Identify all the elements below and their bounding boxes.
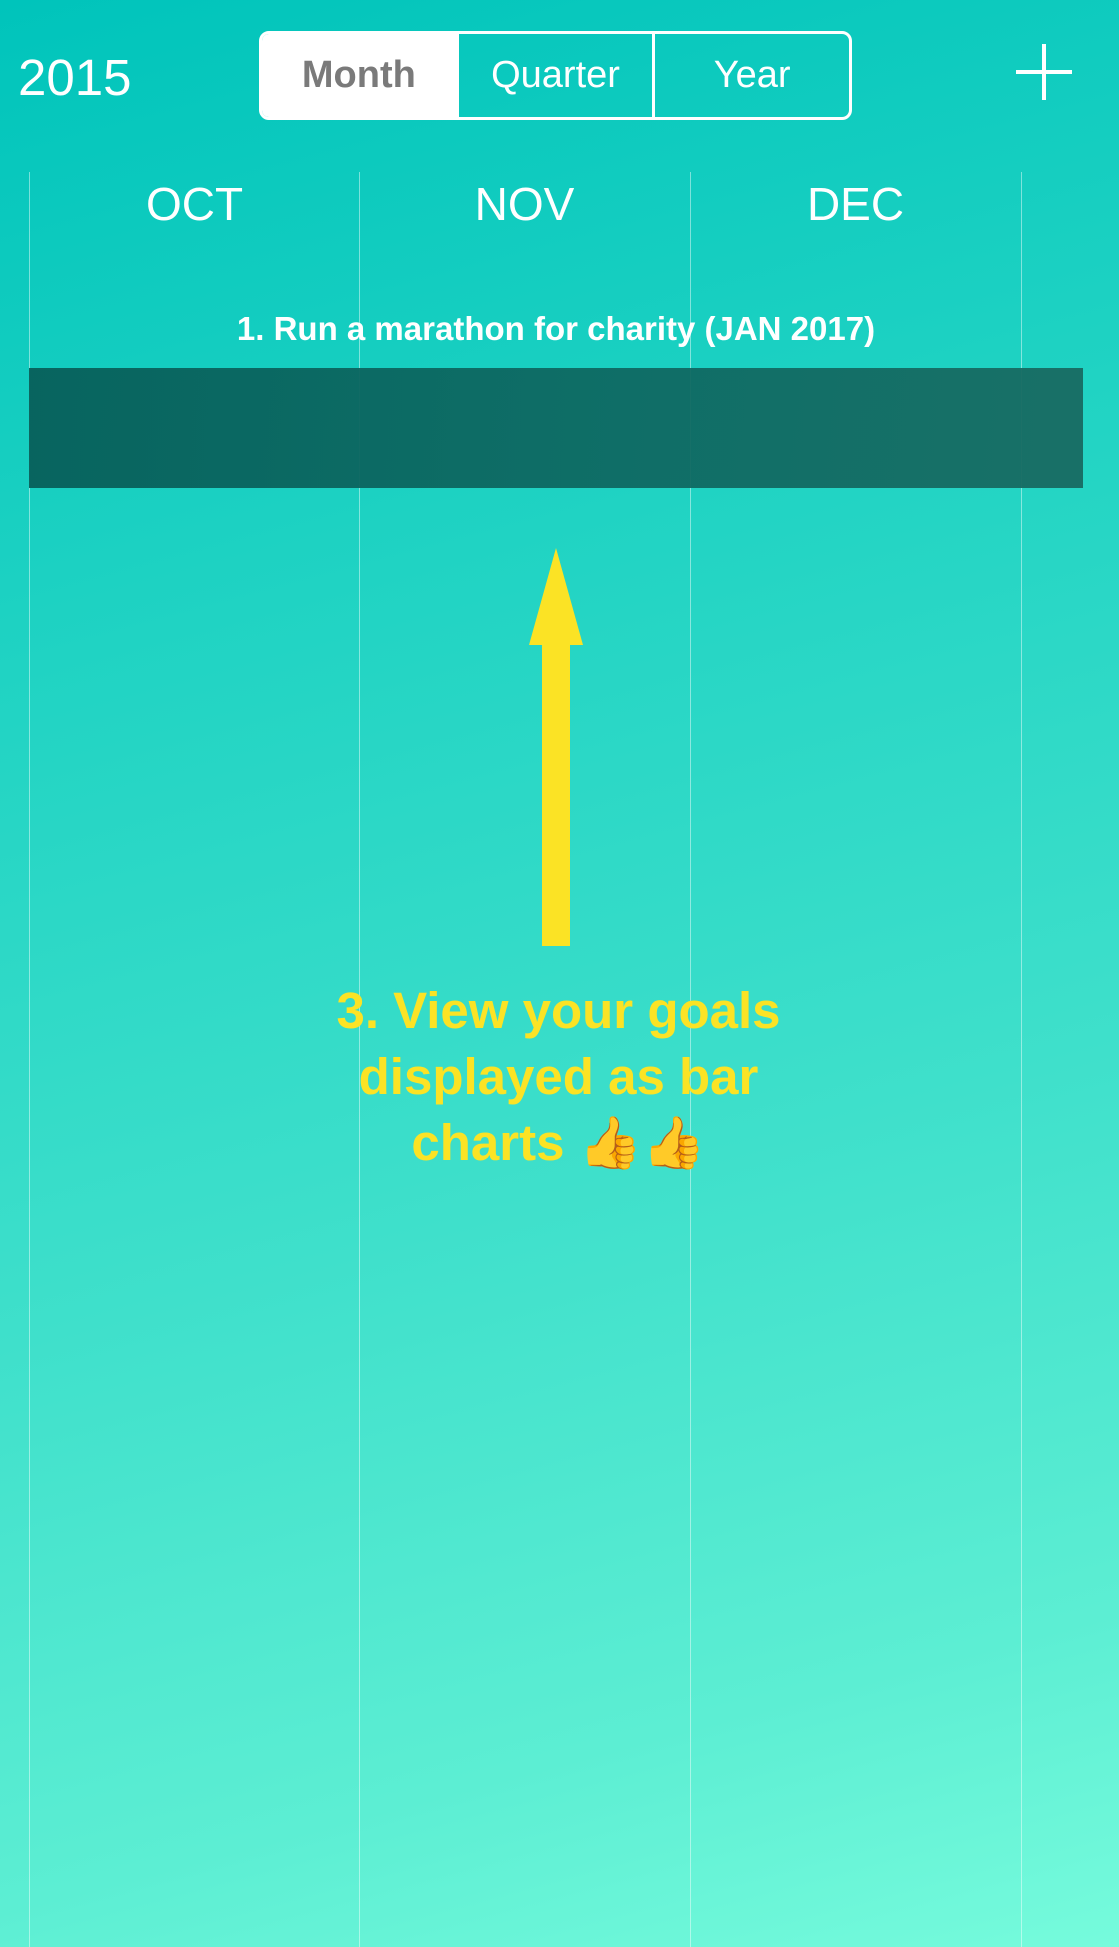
goal-bar[interactable] <box>29 368 1083 488</box>
timescale-segmented-control[interactable]: Month Quarter Year <box>259 31 852 120</box>
goal-title: 1. Run a marathon for charity (JAN 2017) <box>236 310 876 347</box>
month-label-nov: NOV <box>474 178 575 230</box>
annotation-text: 3. View your goals displayed as bar char… <box>336 982 781 1171</box>
add-goal-button[interactable] <box>1016 44 1072 100</box>
month-label-oct: OCT <box>145 178 244 230</box>
segment-quarter[interactable]: Quarter <box>455 34 653 117</box>
year-label: 2015 <box>18 49 132 106</box>
arrow-up-icon <box>529 548 583 946</box>
segment-year[interactable]: Year <box>652 34 849 117</box>
month-label-dec: DEC <box>806 178 905 230</box>
segment-month[interactable]: Month <box>262 34 456 117</box>
